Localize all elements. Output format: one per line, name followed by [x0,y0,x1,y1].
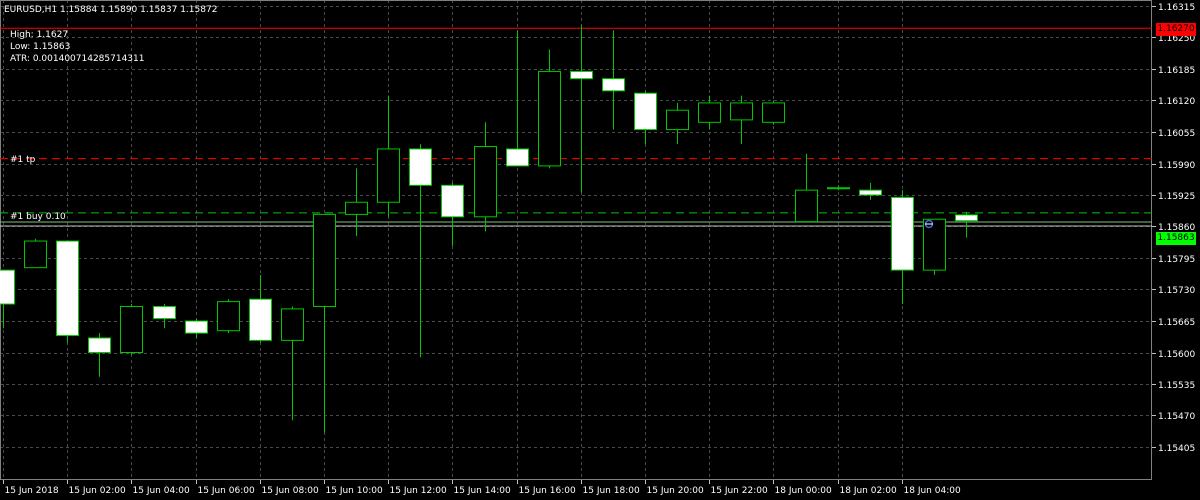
indicator-atr: ATR: 0.001400714285714311 [10,54,145,64]
candle-body [538,70,561,167]
price-axis[interactable]: 1.163151.162501.161851.161201.160551.159… [1152,3,1195,454]
price-tick-label: 1.15535 [1158,381,1195,391]
candle-body [441,184,464,218]
candle-body [409,148,432,186]
time-tick-label: 15 Jun 16:00 [519,486,576,496]
price-tick-label: 1.16315 [1158,3,1195,13]
time-tick-label: 15 Jun 20:00 [647,486,704,496]
time-tick-label: 18 Jun 02:00 [840,486,897,496]
tp-order-label[interactable]: #1 tp [10,155,35,165]
chart-background [0,0,1200,500]
candle-body [891,196,914,271]
candle-body [506,148,529,167]
candle-body [56,240,79,337]
time-tick-label: 15 Jun 04:00 [133,486,190,496]
candle[interactable] [120,304,143,355]
price-tick-label: 1.16055 [1158,129,1195,139]
candle[interactable] [762,100,785,125]
time-tick-label: 15 Jun 02:00 [69,486,126,496]
current-price-box: 1.15863 [1156,232,1196,245]
buy-order-label[interactable]: #1 buy 0.10 [10,212,66,222]
candle-body [88,337,111,354]
time-tick-label: 15 Jun 12:00 [390,486,447,496]
candle-body [217,301,240,332]
candle-body [185,320,208,334]
price-tick-label: 1.15730 [1158,286,1195,296]
candle[interactable] [217,299,240,334]
candle-body [570,70,593,80]
price-tick-label: 1.16185 [1158,66,1195,76]
candle-body [0,269,15,305]
candle-body [730,102,753,121]
candle-body [474,146,497,218]
candle-body [120,305,143,354]
candle-body [859,189,882,196]
price-tick-label: 1.15470 [1158,412,1195,422]
symbol-info: EURUSD,H1 1.15884 1.15890 1.15837 1.1587… [4,5,218,15]
price-tick-label: 1.16120 [1158,97,1195,107]
time-tick-label: 18 Jun 00:00 [775,486,832,496]
candle-body [24,240,47,269]
indicator-low: Low: 1.15863 [10,42,71,52]
time-tick-label: 15 Jun 10:00 [326,486,383,496]
price-tick-label: 1.15990 [1158,161,1195,171]
time-tick-label: 15 Jun 08:00 [262,486,319,496]
candle-body [955,214,978,222]
time-tick-label: 18 Jun 04:00 [904,486,961,496]
candle[interactable] [24,238,47,269]
candle-body [698,102,721,123]
candle-body [153,305,176,320]
price-tick-label: 1.15925 [1158,192,1195,202]
price-chart[interactable]: 1.163151.162501.161851.161201.160551.159… [0,0,1200,500]
candle-body [827,187,850,190]
indicator-high: High: 1.1627 [10,30,69,40]
time-tick-label: 15 Jun 18:00 [583,486,640,496]
candle-body [249,298,272,341]
time-tick-label: 15 Jun 14:00 [454,486,511,496]
price-tick-label: 1.15600 [1158,350,1195,360]
price-tick-label: 1.15795 [1158,255,1195,265]
candle-body [377,148,400,203]
candle-body [666,109,689,131]
price-tick-label: 1.15665 [1158,318,1195,328]
high-price-box: 1.16270 [1156,23,1196,36]
candle-body [634,92,657,131]
candle-body [602,78,625,92]
candle-body [795,189,818,223]
time-tick-label: 15 Jun 06:00 [198,486,255,496]
time-tick-label: 15 Jun 22:00 [711,486,768,496]
time-tick-label: 15 Jun 2018 [5,486,59,496]
candle[interactable] [56,240,79,343]
candle-body [345,201,368,215]
candle-body [281,308,304,341]
candle-body [313,213,336,307]
candle-body [762,102,785,123]
price-tick-label: 1.15405 [1158,444,1195,454]
